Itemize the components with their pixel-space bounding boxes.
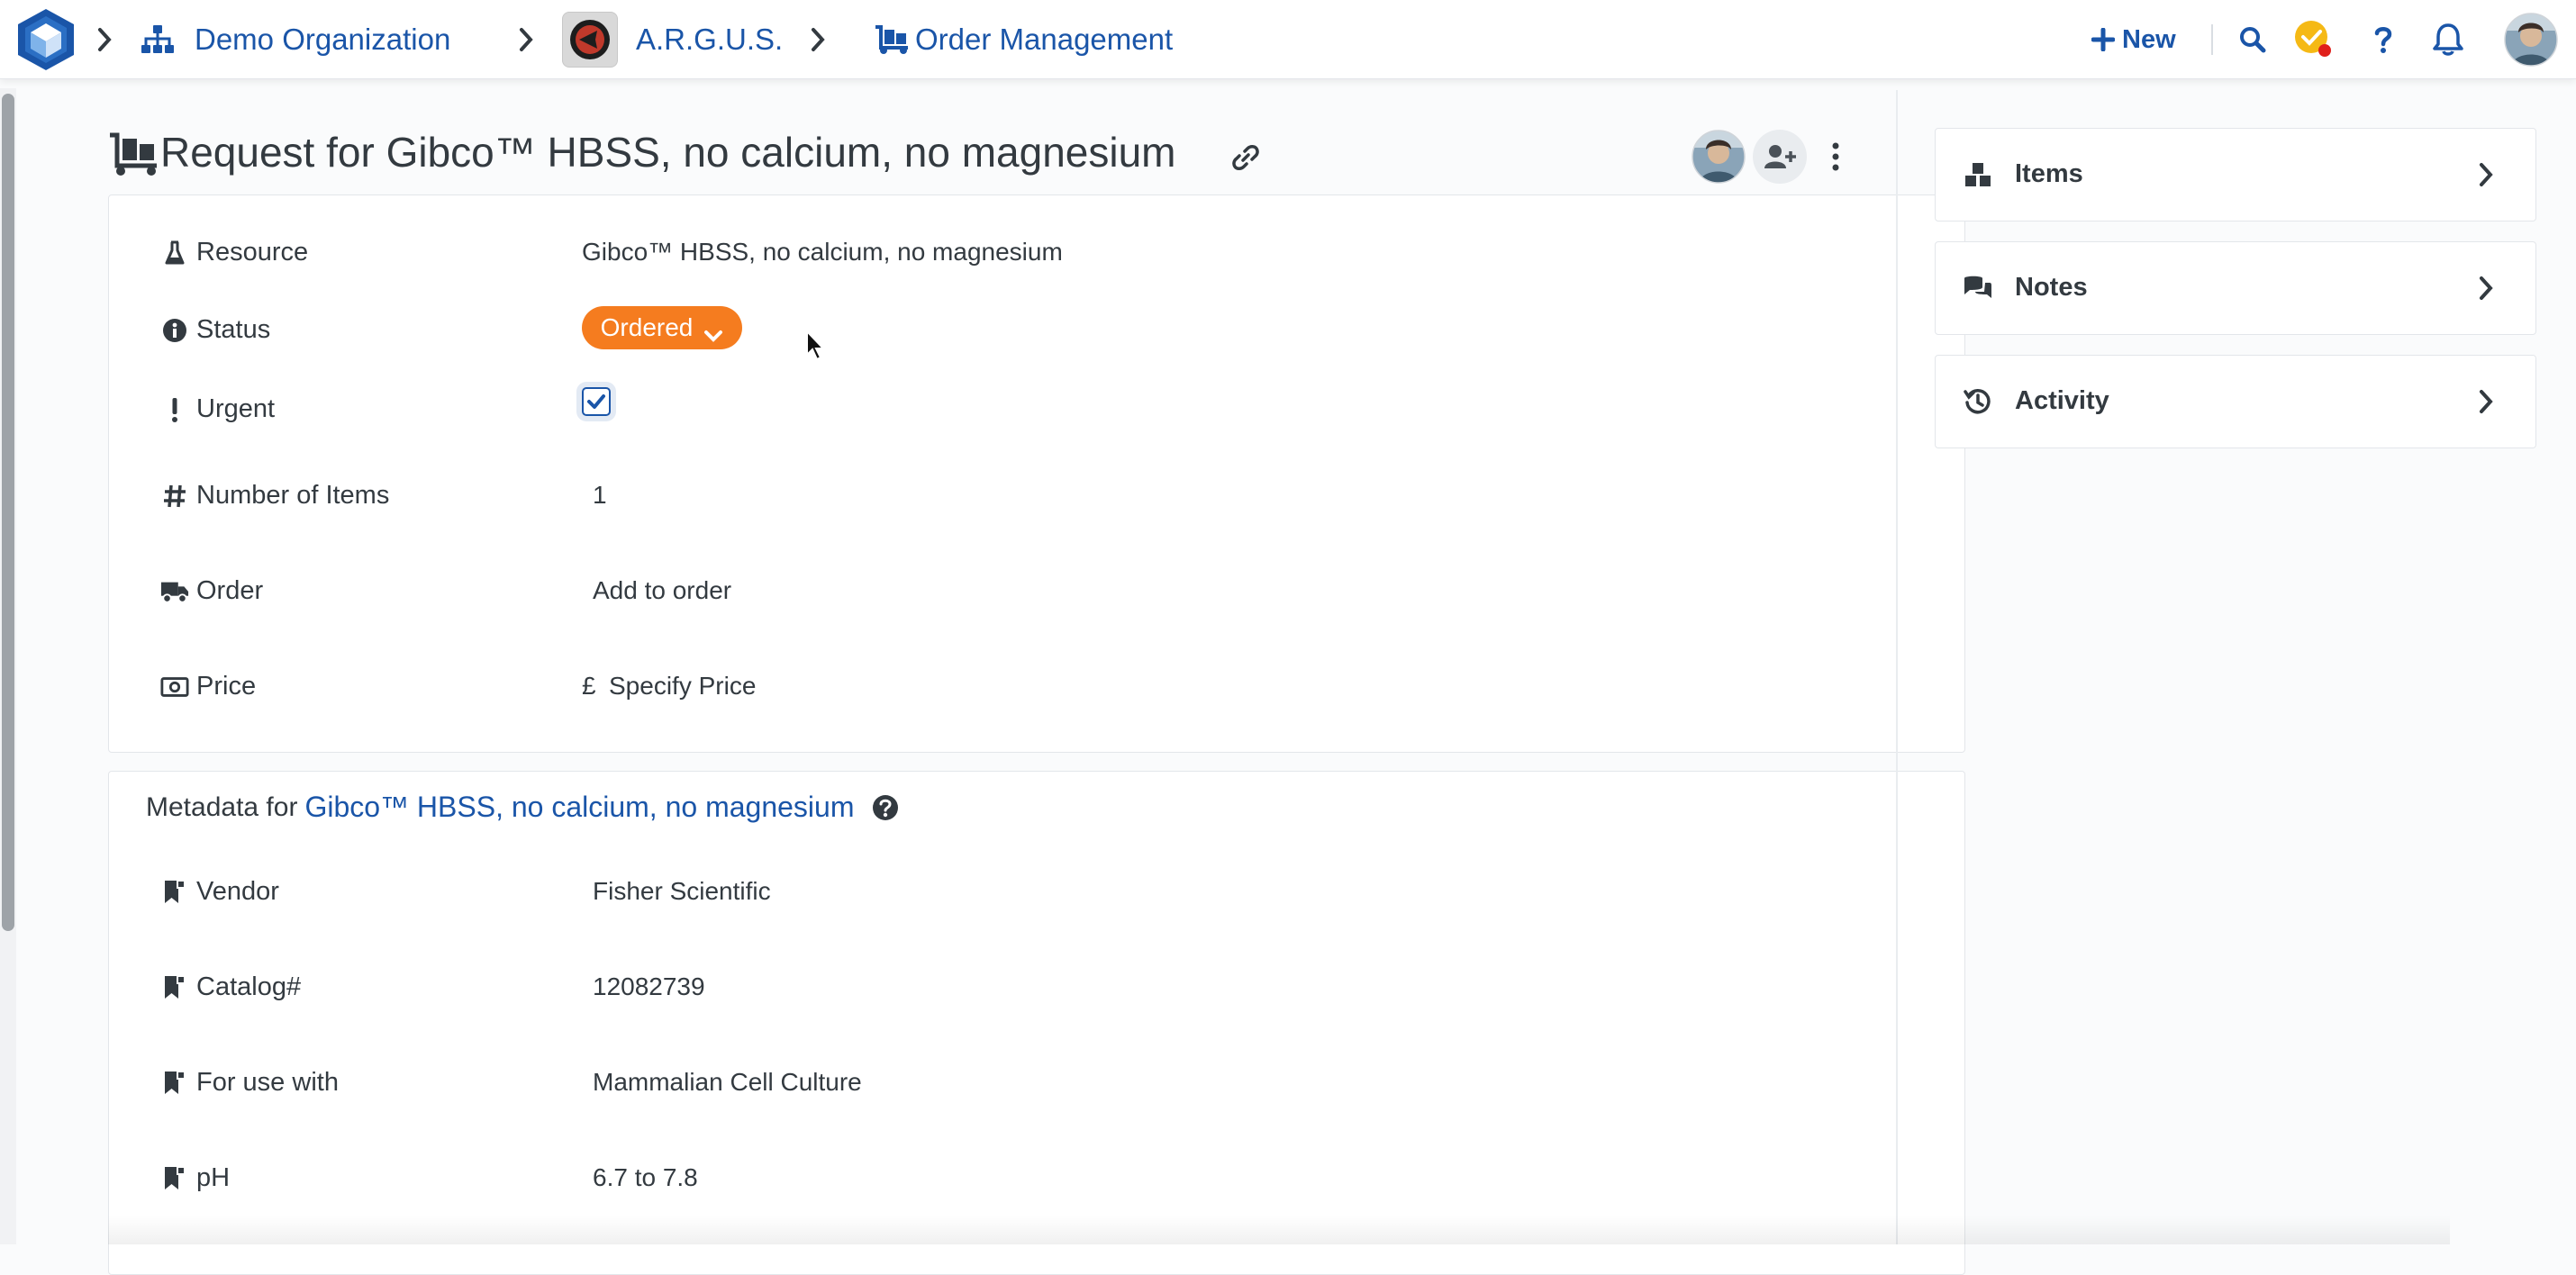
chevron-down-icon bbox=[703, 321, 723, 342]
breadcrumb-project[interactable]: A.R.G.U.S. bbox=[562, 0, 783, 79]
chevron-right-icon bbox=[2471, 159, 2501, 190]
cubes-icon bbox=[1963, 159, 1993, 190]
user-plus-icon bbox=[1764, 144, 1796, 169]
check-badge-icon[interactable] bbox=[2293, 0, 2335, 79]
link-icon[interactable] bbox=[1232, 144, 1259, 171]
chevron-right-icon bbox=[2471, 386, 2501, 417]
bookmark-icon bbox=[160, 1070, 189, 1097]
more-options-icon[interactable] bbox=[1828, 140, 1843, 173]
dolly-cart-icon bbox=[874, 24, 910, 55]
hash-icon bbox=[160, 483, 189, 510]
question-circle-icon[interactable] bbox=[872, 794, 899, 821]
user-avatar[interactable] bbox=[2504, 0, 2558, 79]
metadata-row: For use with Mammalian Cell Culture bbox=[0, 1059, 2576, 1104]
breadcrumb-project-label: A.R.G.U.S. bbox=[636, 23, 784, 56]
toolbar-divider bbox=[2211, 24, 2213, 55]
field-price: Price £ Specify Price bbox=[0, 663, 2576, 708]
breadcrumb-organization[interactable]: Demo Organization bbox=[141, 0, 450, 79]
side-panel-notes[interactable]: Notes bbox=[1935, 241, 2536, 335]
add-user-button[interactable] bbox=[1753, 130, 1807, 184]
side-panel-divider bbox=[1896, 90, 1898, 1244]
field-label: Resource bbox=[196, 238, 309, 267]
truck-icon bbox=[160, 578, 189, 605]
history-icon bbox=[1963, 386, 1993, 417]
field-order: Order Add to order bbox=[0, 567, 2576, 612]
comments-icon bbox=[1963, 273, 1993, 303]
chevron-right-icon bbox=[508, 22, 544, 58]
metadata-label: Vendor bbox=[196, 877, 279, 906]
money-bill-icon bbox=[160, 674, 189, 701]
flask-icon bbox=[160, 240, 189, 267]
bell-icon[interactable] bbox=[2432, 0, 2464, 79]
search-icon[interactable] bbox=[2239, 0, 2266, 79]
metadata-value[interactable]: Fisher Scientific bbox=[593, 877, 771, 906]
mouse-cursor bbox=[805, 329, 827, 362]
top-navigation-bar: Demo Organization A.R.G.U.S. Order Manag… bbox=[0, 0, 2576, 79]
bookmark-icon bbox=[160, 879, 189, 906]
exclamation-icon bbox=[160, 396, 189, 423]
bookmark-icon bbox=[160, 1165, 189, 1192]
side-panel-label: Items bbox=[2015, 159, 2083, 188]
metadata-resource-link[interactable]: Gibco™ HBSS, no calcium, no magnesium bbox=[304, 791, 854, 824]
breadcrumb-organization-label: Demo Organization bbox=[195, 23, 451, 56]
metadata-value[interactable]: 6.7 to 7.8 bbox=[593, 1163, 698, 1192]
cube-logo-icon[interactable] bbox=[14, 7, 77, 72]
sitemap-icon bbox=[141, 24, 175, 55]
side-panel-label: Notes bbox=[2015, 273, 2088, 302]
metadata-label: Catalog# bbox=[196, 972, 302, 1001]
dolly-cart-icon bbox=[108, 131, 159, 176]
chevron-right-icon bbox=[800, 22, 836, 58]
metadata-value[interactable]: 12082739 bbox=[593, 972, 705, 1001]
breadcrumb-module-label: Order Management bbox=[915, 23, 1174, 56]
new-button[interactable]: New bbox=[2091, 0, 2176, 79]
new-button-label: New bbox=[2122, 24, 2176, 54]
status-value: Ordered bbox=[600, 313, 694, 341]
info-circle-icon bbox=[160, 317, 189, 344]
field-number-of-items: Number of Items 1 bbox=[0, 472, 2576, 517]
plus-icon bbox=[2091, 27, 2116, 52]
page-title: Request for Gibco™ HBSS, no calcium, no … bbox=[160, 128, 1176, 176]
side-panel-items[interactable]: Items bbox=[1935, 128, 2536, 222]
page-title-text: Request for Gibco™ HBSS, no calcium, no … bbox=[160, 129, 1176, 176]
field-label: Status bbox=[196, 315, 271, 344]
status-dropdown[interactable]: Ordered bbox=[582, 306, 742, 349]
metadata-row: pH 6.7 to 7.8 bbox=[0, 1154, 2576, 1199]
bookmark-icon bbox=[160, 974, 189, 1001]
urgent-checkbox[interactable] bbox=[582, 387, 611, 416]
chevron-right-icon bbox=[86, 22, 122, 58]
add-to-order-field[interactable]: Add to order bbox=[593, 576, 731, 605]
field-label: Price bbox=[196, 672, 257, 701]
check-icon bbox=[586, 393, 606, 410]
metadata-card bbox=[108, 771, 1965, 1275]
metadata-label: For use with bbox=[196, 1068, 339, 1097]
metadata-heading: Metadata for Gibco™ HBSS, no calcium, no… bbox=[146, 791, 899, 824]
number-of-items-value[interactable]: 1 bbox=[593, 481, 607, 510]
field-label: Number of Items bbox=[196, 481, 390, 510]
metadata-value[interactable]: Mammalian Cell Culture bbox=[593, 1068, 862, 1097]
chevron-right-icon bbox=[2471, 273, 2501, 303]
metadata-label: pH bbox=[196, 1163, 231, 1192]
price-input[interactable]: Specify Price bbox=[609, 672, 756, 701]
bottom-fade bbox=[108, 1216, 2450, 1244]
side-panel-label: Activity bbox=[2015, 386, 2109, 415]
field-label: Order bbox=[196, 576, 264, 605]
price-currency: £ bbox=[582, 672, 596, 700]
question-icon[interactable] bbox=[2374, 0, 2392, 79]
project-avatar bbox=[562, 12, 618, 68]
breadcrumb-module[interactable]: Order Management bbox=[874, 0, 1173, 79]
side-panel-activity[interactable]: Activity bbox=[1935, 355, 2536, 448]
owner-avatar[interactable] bbox=[1692, 130, 1746, 184]
metadata-heading-prefix: Metadata for bbox=[146, 791, 298, 822]
resource-link[interactable]: Gibco™ HBSS, no calcium, no magnesium bbox=[582, 238, 1063, 267]
metadata-row: Vendor Fisher Scientific bbox=[0, 868, 2576, 913]
field-label: Urgent bbox=[196, 394, 276, 423]
metadata-row: Catalog# 12082739 bbox=[0, 963, 2576, 1008]
